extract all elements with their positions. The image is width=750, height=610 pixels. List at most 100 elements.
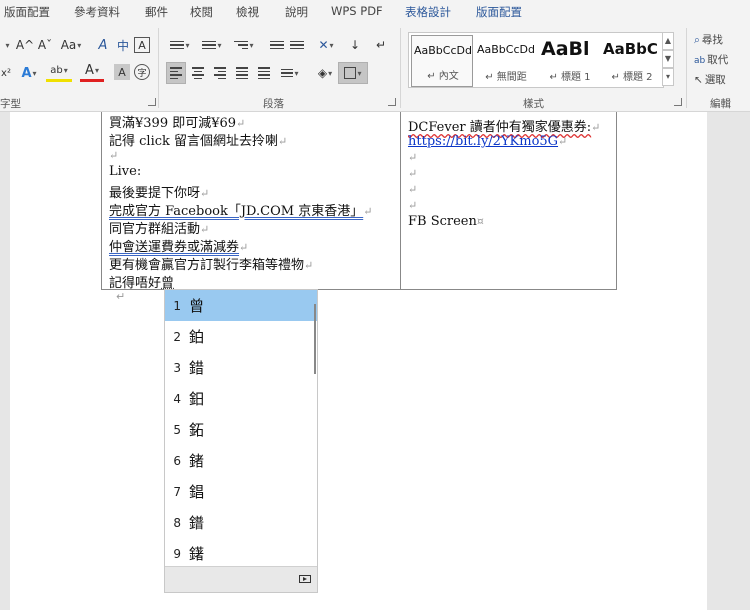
tab-view[interactable]: 檢視 [236, 4, 259, 20]
tab-references[interactable]: 參考資料 [74, 4, 120, 20]
clear-formatting-button[interactable]: A [94, 34, 112, 56]
ime-candidate[interactable]: 1曾 [165, 290, 317, 321]
shrink-font-button[interactable]: Aˇ [36, 34, 54, 56]
style-no-spacing[interactable]: AaBbCcDd ↵ 無間距 [475, 35, 537, 87]
phonetic-guide-button[interactable]: 中 [114, 34, 132, 56]
increase-indent-icon [290, 40, 304, 50]
ime-candidate[interactable]: 2鉑 [165, 321, 317, 352]
line-text: 同官方群組活動 [109, 222, 201, 237]
style-heading-1[interactable]: AaBl ↵ 標題 1 [539, 35, 601, 87]
doc-line[interactable]: 買滿¥399 即可減¥69↵ [109, 112, 245, 131]
doc-line[interactable]: FB Screen¤ [408, 214, 484, 229]
line-text: DCFever 讀者仲有獨家優惠券: [408, 120, 592, 135]
hyperlink[interactable]: https://bit.ly/2YKmo5G [408, 134, 558, 149]
doc-line[interactable]: DCFever 讀者仲有獨家優惠券:↵ [408, 116, 600, 135]
distributed-button[interactable] [254, 62, 274, 84]
align-left-button[interactable] [166, 62, 186, 84]
doc-line[interactable]: 記得 click 留言個網址去拎喇↵ [109, 130, 287, 149]
highlight-color-button[interactable]: ab ▾ [46, 62, 72, 82]
styles-dialog-launcher[interactable] [674, 98, 682, 106]
select-button[interactable]: ↖ 選取 [694, 72, 726, 87]
ime-candidate[interactable]: 3錯 [165, 352, 317, 383]
doc-line[interactable]: ↵ [408, 182, 417, 197]
style-name: ↵ 無間距 [485, 72, 527, 83]
doc-line[interactable]: 更有機會贏官方訂製行李箱等禮物↵ [109, 254, 313, 273]
doc-line[interactable]: Live: [109, 164, 141, 179]
doc-line[interactable]: ↵ [109, 148, 118, 163]
expand-icon[interactable] [299, 575, 311, 583]
text-effects-button[interactable]: A ▾ [18, 62, 40, 84]
shading-button[interactable]: ◈ ▾ [312, 62, 338, 84]
find-label: 尋找 [701, 34, 723, 46]
align-center-button[interactable] [188, 62, 208, 84]
tab-layout[interactable]: 版面配置 [4, 4, 50, 20]
style-normal[interactable]: AaBbCcDd ↵ 內文 [411, 35, 473, 87]
ime-candidate[interactable]: 8鐠 [165, 507, 317, 538]
tab-review[interactable]: 校閱 [190, 4, 213, 20]
sort-button[interactable]: ↓ [346, 34, 364, 56]
ime-candidate-window: 1曾 2鉑 3錯 4鈤 5鉐 6鍺 7錩 8鐠 9鐯 [164, 289, 318, 593]
select-label: 選取 [704, 74, 726, 86]
ime-candidate[interactable]: 7錩 [165, 476, 317, 507]
gallery-more-button[interactable]: ▾ [662, 68, 674, 86]
doc-line[interactable]: ↵ [408, 166, 417, 181]
subscript-button[interactable]: x² [0, 62, 12, 84]
justify-button[interactable] [232, 62, 252, 84]
character-border-button[interactable]: A [134, 37, 150, 53]
font-size-dropdown[interactable]: ▾ [0, 34, 14, 56]
paragraph-mark-icon: ↵ [375, 38, 387, 52]
tab-mailings[interactable]: 郵件 [145, 4, 168, 20]
find-button[interactable]: ⌕ 尋找 [694, 32, 723, 47]
doc-line[interactable]: 仲會送運費券或滿減券↵ [109, 236, 248, 255]
line-spacing-icon [281, 68, 294, 78]
grow-font-button[interactable]: A^ [16, 34, 34, 56]
gallery-up-button[interactable]: ▲ [662, 32, 674, 50]
doc-line[interactable]: 最後要提下你呀↵ [109, 182, 209, 201]
font-color-button[interactable]: A ▾ [80, 62, 104, 82]
borders-button[interactable]: ▾ [338, 62, 368, 84]
font-dialog-launcher[interactable] [148, 98, 156, 106]
styles-gallery: AaBbCcDd ↵ 內文 AaBbCcDd ↵ 無間距 AaBl ↵ 標題 1… [408, 32, 664, 88]
ime-candidate[interactable]: 5鉐 [165, 414, 317, 445]
decrease-indent-button[interactable] [268, 34, 286, 56]
align-left-icon [170, 67, 182, 79]
ime-scrollbar[interactable] [314, 304, 316, 374]
asian-layout-button[interactable]: ✕ ▾ [312, 34, 340, 56]
ime-candidate[interactable]: 9鐯 [165, 538, 317, 569]
group-divider [158, 28, 159, 108]
show-marks-button[interactable]: ↵ [372, 34, 390, 56]
bullets-button[interactable]: ▾ [166, 34, 194, 56]
paragraph-mark: ↵ [408, 167, 418, 180]
doc-line[interactable]: 同官方群組活動↵ [109, 218, 209, 237]
tab-wps-pdf[interactable]: WPS PDF [331, 4, 383, 18]
paragraph-dialog-launcher[interactable] [388, 98, 396, 106]
align-right-button[interactable] [210, 62, 230, 84]
line-text: 記得 click 留言個網址去拎喇 [109, 134, 279, 149]
line-text: 仲會送運費券或滿減券 [109, 240, 240, 255]
style-sample: AaBbCcDd [477, 43, 535, 56]
ime-candidate[interactable]: 4鈤 [165, 383, 317, 414]
style-name: ↵ 內文 [427, 71, 459, 82]
gallery-down-button[interactable]: ▼ [662, 50, 674, 68]
doc-line[interactable]: 完成官方 Facebook「JD.COM 京東香港」↵ [109, 200, 372, 219]
ime-candidate[interactable]: 6鍺 [165, 445, 317, 476]
tab-table-design[interactable]: 表格設計 [405, 4, 451, 20]
character-shading-button[interactable]: A [114, 64, 130, 80]
style-heading-2[interactable]: AaBbC ↵ 標題 2 [601, 35, 663, 87]
doc-line[interactable]: https://bit.ly/2YKmo5G↵ [408, 134, 567, 149]
doc-line[interactable]: ↵ [408, 198, 417, 213]
line-text: 更有機會贏官方訂製行李箱等禮物 [109, 258, 305, 273]
increase-indent-button[interactable] [288, 34, 306, 56]
tab-help[interactable]: 說明 [285, 4, 308, 20]
doc-line[interactable]: ↵ [408, 150, 417, 165]
multilevel-list-button[interactable]: ▾ [230, 34, 258, 56]
change-case-button[interactable]: Aa ▾ [58, 34, 84, 56]
document-table: 買滿¥399 即可減¥69↵ 記得 click 留言個網址去拎喇↵ ↵ Live… [101, 112, 617, 291]
tab-table-layout[interactable]: 版面配置 [476, 4, 522, 20]
enclose-characters-button[interactable]: 字 [134, 64, 150, 80]
numbering-button[interactable]: ▾ [198, 34, 226, 56]
replace-button[interactable]: ab 取代 [694, 52, 728, 67]
candidate-char: 曾 [189, 297, 205, 315]
line-spacing-button[interactable]: ▾ [276, 62, 304, 84]
document-page[interactable]: 買滿¥399 即可減¥69↵ 記得 click 留言個網址去拎喇↵ ↵ Live… [10, 112, 707, 610]
